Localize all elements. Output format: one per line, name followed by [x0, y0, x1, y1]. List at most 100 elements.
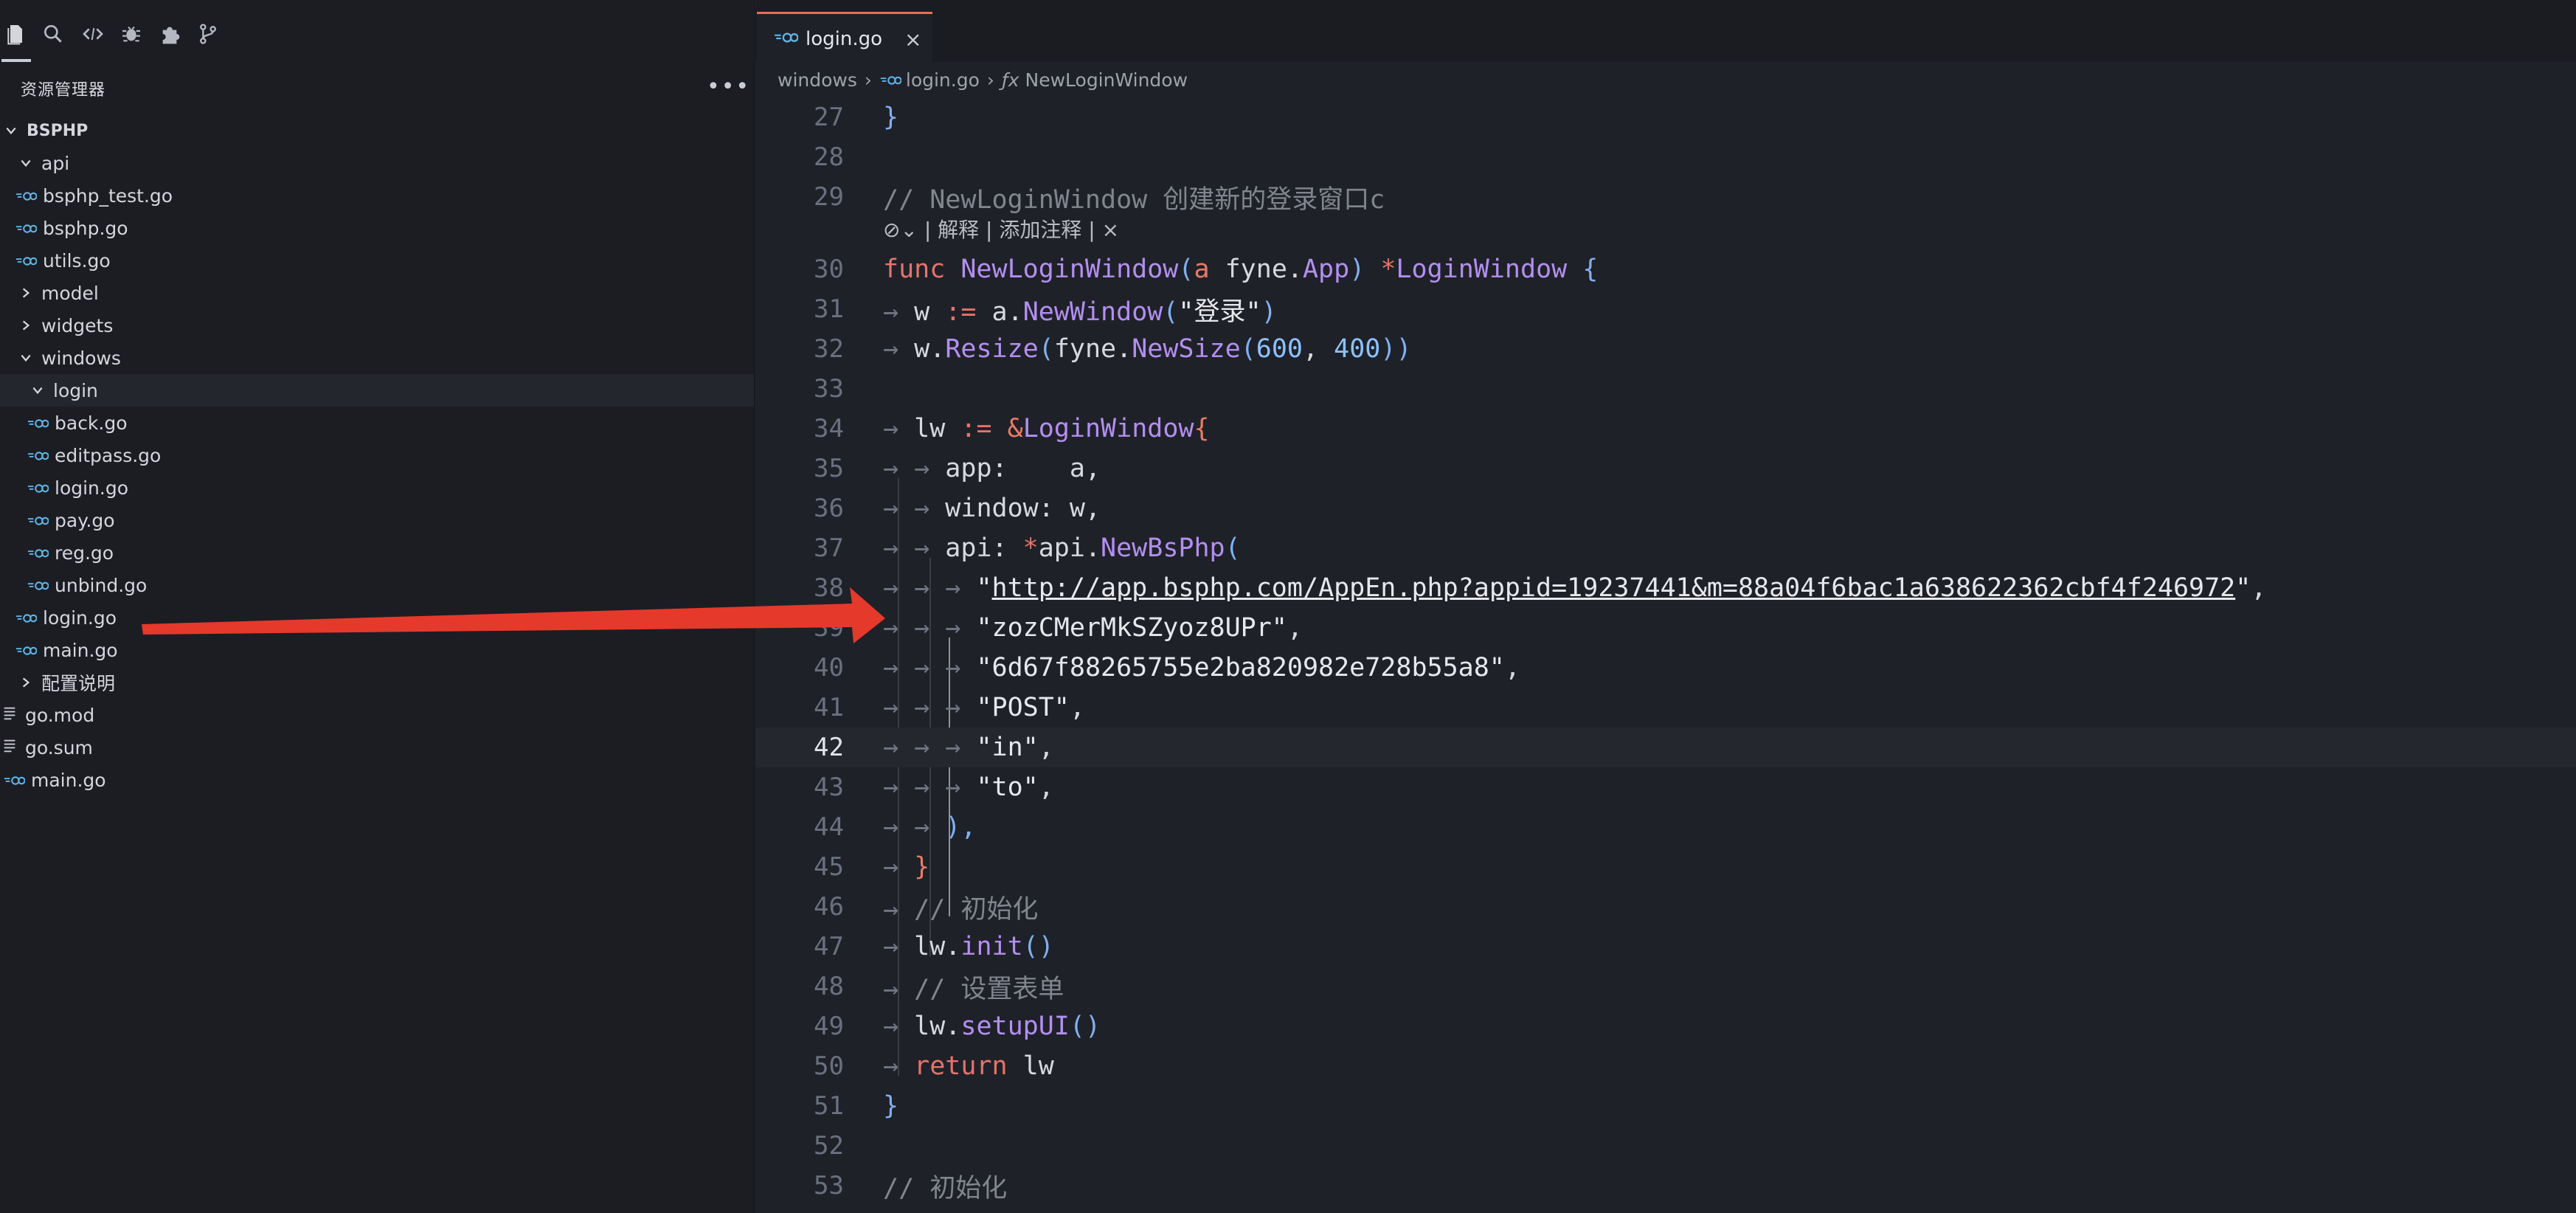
code-line[interactable]: 30 func NewLoginWindow(a fyne.App) *Login… — [755, 249, 2576, 289]
tree-file[interactable]: main.go — [0, 634, 754, 666]
code-line[interactable]: 52 — [755, 1126, 2576, 1166]
tree-folder[interactable]: windows — [0, 342, 754, 374]
code-line[interactable]: 53 // 初始化 — [755, 1166, 2576, 1206]
code-text: // NewLoginWindow 创建新的登录窗口c — [883, 179, 1385, 216]
code-token: w — [914, 297, 946, 327]
tab-login-go[interactable]: login.go × — [757, 12, 932, 64]
code-line[interactable]: 48 → // 设置表单 — [755, 967, 2576, 1006]
tree-file[interactable]: unbind.go — [0, 569, 754, 601]
code-token: → → → — [883, 733, 977, 762]
tree-item-label: back.go — [55, 412, 128, 434]
debug-icon[interactable] — [115, 18, 148, 50]
code-line[interactable]: 35 → → app: a, — [755, 449, 2576, 488]
code-text: → → → "zozCMerMkSZyoz8UPr", — [883, 613, 1303, 643]
tree-root[interactable]: BSPHP — [0, 114, 754, 147]
go-file-icon — [15, 218, 38, 239]
code-line[interactable]: 42 → → → "in", — [755, 728, 2576, 767]
code-token[interactable]: http://app.bsphp.com/AppEn.php?appid=192… — [992, 573, 2236, 603]
tree-item-label: bsphp_test.go — [43, 184, 173, 207]
code-token: // 设置表单 — [914, 974, 1064, 1004]
source-control-icon[interactable] — [192, 18, 224, 50]
code-token: return — [914, 1051, 1008, 1081]
go-file-icon — [3, 770, 26, 791]
tree-folder[interactable]: api — [0, 147, 754, 179]
files-icon[interactable] — [0, 18, 32, 50]
tree-file[interactable]: bsphp_test.go — [0, 179, 754, 212]
tree-file[interactable]: login.go — [0, 601, 754, 634]
tree-folder[interactable]: login — [0, 374, 754, 407]
tree-item-label: widgets — [41, 314, 114, 336]
code-token: → → — [883, 812, 946, 842]
code-token: → → → — [883, 693, 977, 722]
codelens-text[interactable]: ⊘⌄ | 解释 | 添加注释 | × — [883, 214, 1119, 243]
tree-file[interactable]: go.mod — [0, 699, 754, 731]
tree-item-label: login — [53, 379, 98, 401]
more-actions-button[interactable]: ••• — [707, 74, 750, 100]
code-line[interactable]: 44 → → ), — [755, 807, 2576, 847]
tree-file[interactable]: editpass.go — [0, 439, 754, 471]
code-icon[interactable] — [77, 18, 109, 50]
code-line[interactable]: 41 → → → "POST", — [755, 688, 2576, 728]
search-icon[interactable] — [37, 18, 69, 50]
code-line[interactable]: 29 // NewLoginWindow 创建新的登录窗口c — [755, 177, 2576, 217]
extensions-icon[interactable] — [153, 18, 186, 50]
code-token: LoginWindow — [1396, 255, 1568, 284]
code-token: " — [2235, 573, 2251, 603]
code-line[interactable]: 36 → → window: w, — [755, 488, 2576, 528]
code-line[interactable]: 40 → → → "6d67f88265755e2ba820982e728b55a… — [755, 648, 2576, 688]
code-token: } — [883, 1091, 899, 1121]
code-text: → → app: a, — [883, 454, 1101, 483]
code-token: , — [1038, 733, 1054, 762]
code-line[interactable]: 51} — [755, 1086, 2576, 1126]
code-line[interactable]: 34 → lw := &LoginWindow{ — [755, 409, 2576, 449]
codelens-actions[interactable]: ⊘⌄ | 解释 | 添加注释 | × — [755, 212, 2576, 245]
go-file-icon — [27, 575, 49, 596]
activity-bar — [0, 0, 754, 62]
code-line[interactable]: 37 → → api: *api.NewBsPhp( — [755, 528, 2576, 568]
close-icon[interactable]: × — [904, 27, 921, 52]
code-line[interactable]: 46 → // 初始化 — [755, 887, 2576, 927]
tree-folder[interactable]: widgets — [0, 309, 754, 342]
code-line[interactable]: 45 → } — [755, 847, 2576, 887]
code-line[interactable]: 50 → return lw — [755, 1046, 2576, 1086]
tree-folder[interactable]: model — [0, 277, 754, 309]
code-line[interactable]: 38 → → → "http://app.bsphp.com/AppEn.php?… — [755, 568, 2576, 608]
tree-item-label: login.go — [43, 606, 117, 629]
code-token: ( — [1038, 334, 1054, 364]
line-number: 39 — [814, 613, 844, 643]
code-text: } — [883, 103, 899, 132]
code-line[interactable]: 27} — [755, 97, 2576, 137]
tree-file[interactable]: go.sum — [0, 731, 754, 764]
code-line[interactable]: 43 → → → "to", — [755, 767, 2576, 807]
code-token: NewSize — [1132, 334, 1241, 364]
code-line[interactable]: 47 → lw.init() — [755, 927, 2576, 967]
code-line[interactable]: 49 → lw.setupUI() — [755, 1006, 2576, 1046]
code-token: ) — [1261, 297, 1277, 327]
breadcrumb-symbol[interactable]: NewLoginWindow — [1025, 69, 1188, 91]
tree-file[interactable]: utils.go — [0, 244, 754, 277]
line-number: 32 — [814, 334, 844, 364]
tree-folder[interactable]: 配置说明 — [0, 666, 754, 699]
code-editor[interactable]: 27} 28 29 // NewLoginWindow 创建新的登录窗口c ⊘⌄ | 解… — [755, 96, 2576, 1213]
tree-file[interactable]: main.go — [0, 764, 754, 796]
code-line[interactable]: 28 — [755, 137, 2576, 177]
code-line[interactable]: 33 — [755, 369, 2576, 409]
code-token: ), — [945, 812, 977, 842]
code-token: → — [883, 974, 915, 1004]
tree-file[interactable]: bsphp.go — [0, 212, 754, 244]
breadcrumb-file[interactable]: login.go — [906, 69, 980, 91]
code-line[interactable]: 39 → → → "zozCMerMkSZyoz8UPr", — [755, 608, 2576, 648]
tab-bar: login.go × — [755, 0, 2576, 64]
line-number: 29 — [814, 182, 844, 212]
code-token: lw — [1007, 1051, 1054, 1081]
code-line[interactable]: 31 → w := a.NewWindow("登录") — [755, 289, 2576, 329]
code-text: → lw.init() — [883, 932, 1054, 961]
tree-file[interactable]: login.go — [0, 471, 754, 504]
breadcrumb-folder[interactable]: windows — [778, 69, 857, 91]
tree-root-label: BSPHP — [27, 121, 89, 140]
line-number: 53 — [814, 1171, 844, 1200]
tree-file[interactable]: pay.go — [0, 504, 754, 536]
code-line[interactable]: 32 → w.Resize(fyne.NewSize(600, 400)) — [755, 329, 2576, 369]
tree-file[interactable]: back.go — [0, 407, 754, 439]
tree-file[interactable]: reg.go — [0, 536, 754, 569]
